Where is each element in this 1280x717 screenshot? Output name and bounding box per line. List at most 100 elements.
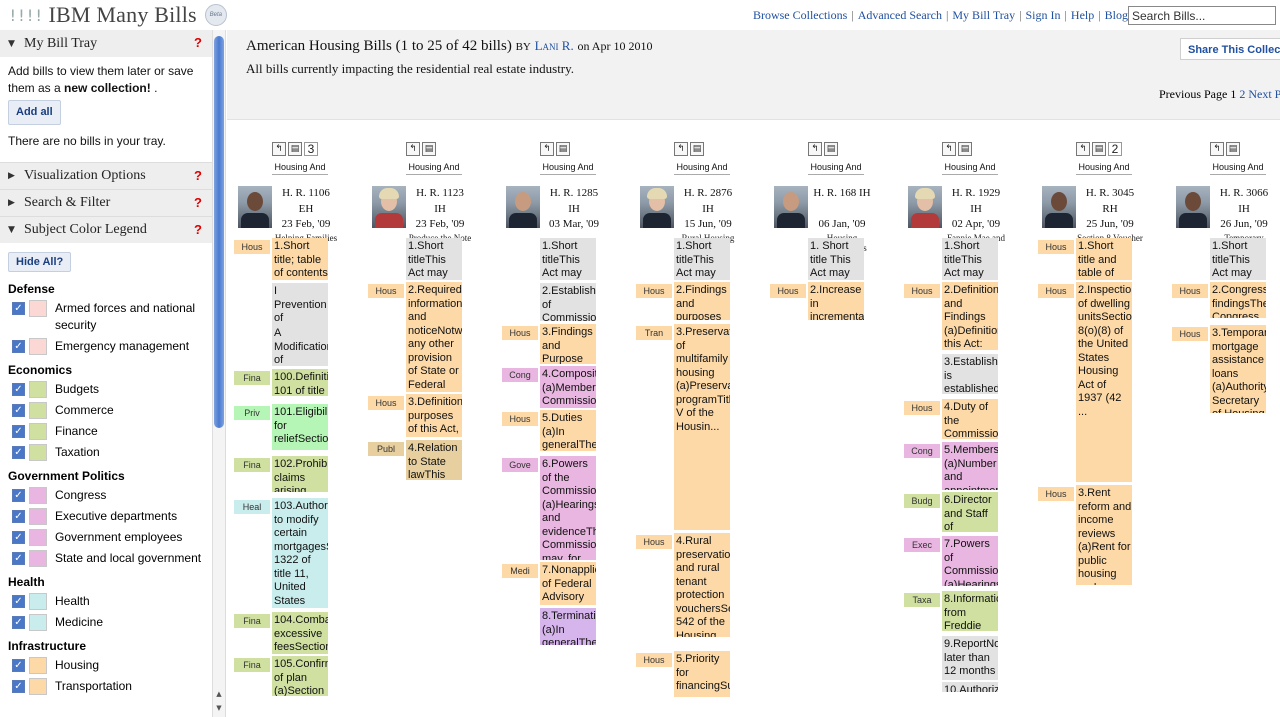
legend-checkbox[interactable]: ✓ — [12, 595, 25, 608]
nav-blog[interactable]: Blog — [1105, 8, 1128, 22]
bill-section[interactable]: 3.Preservati of multifamily housing (a)P… — [674, 324, 730, 530]
document-icon[interactable]: ▤ — [422, 142, 436, 156]
bill-section[interactable]: 104.Combat excessive feesSection — [272, 612, 328, 654]
legend-checkbox[interactable]: ✓ — [12, 383, 25, 396]
scroll-up-icon[interactable]: ▲ — [214, 690, 224, 702]
bill-section[interactable]: 7.Nonapplic of Federal Advisory — [540, 562, 596, 605]
bill-number[interactable]: H. R. 1106 — [272, 186, 340, 202]
bill-section[interactable]: 4.Duty of the Commission — [942, 399, 998, 439]
bill-section[interactable]: 2.Inspection of dwelling unitsSection 8(… — [1076, 282, 1132, 482]
bill-section[interactable]: 7.Powers of Commission (a)Hearings — [942, 536, 998, 586]
legend-checkbox[interactable]: ✓ — [12, 616, 25, 629]
bill-section[interactable]: 2.Congressi findingsThe Congress — [1210, 282, 1266, 318]
legend-item[interactable]: ✓ Executive departments — [8, 506, 204, 527]
document-icon[interactable]: ▤ — [1092, 142, 1106, 156]
add-to-tray-icon[interactable]: ↰ — [674, 142, 688, 156]
legend-checkbox[interactable]: ✓ — [12, 531, 25, 544]
sponsor-photo[interactable] — [238, 186, 272, 228]
sponsor-photo[interactable] — [372, 186, 406, 228]
bill-section[interactable]: 1.Short title; table of contents — [272, 238, 328, 280]
scrollbar-thumb[interactable] — [214, 36, 224, 428]
sponsor-photo[interactable] — [1176, 186, 1210, 228]
nav-sign-in[interactable]: Sign In — [1026, 8, 1061, 22]
search-filter-header[interactable]: ▶ Search & Filter ? — [0, 189, 212, 216]
bill-section[interactable]: 2.Increase in incremental — [808, 282, 864, 320]
document-icon[interactable]: ▤ — [288, 142, 302, 156]
document-icon[interactable]: ▤ — [556, 142, 570, 156]
page-2-link[interactable]: 2 — [1239, 87, 1245, 101]
legend-checkbox[interactable]: ✓ — [12, 659, 25, 672]
bill-section[interactable]: 3.Definitions purposes of this Act, — [406, 394, 462, 437]
bill-section[interactable]: 5.Priority for financingSu — [674, 651, 730, 697]
bill-number[interactable]: H. R. 168 IH — [808, 186, 876, 202]
bill-number[interactable]: H. R. 3066 — [1210, 186, 1278, 202]
document-icon[interactable]: ▤ — [690, 142, 704, 156]
bill-section[interactable]: 1.Short titleThis Act may — [942, 238, 998, 280]
legend-checkbox[interactable]: ✓ — [12, 340, 25, 353]
bill-section[interactable]: 1.Short titleThis Act may — [406, 238, 462, 280]
bill-section[interactable]: 3.Findings and Purpose — [540, 324, 596, 364]
related-count[interactable]: 2 — [1108, 142, 1122, 156]
hide-all-button[interactable]: Hide All? — [8, 252, 72, 272]
bill-section[interactable]: 1.Short titleThis Act may — [1210, 238, 1266, 280]
related-count[interactable]: 3 — [304, 142, 318, 156]
add-to-tray-icon[interactable]: ↰ — [540, 142, 554, 156]
add-to-tray-icon[interactable]: ↰ — [942, 142, 956, 156]
nav-browse-collections[interactable]: Browse Collections — [753, 8, 847, 22]
bill-section[interactable]: 3.Rent reform and income reviews (a)Rent… — [1076, 485, 1132, 585]
bill-section[interactable]: 4.Compositi (a)Members' Commission — [540, 366, 596, 408]
sponsor-photo[interactable] — [1042, 186, 1076, 228]
nav-help[interactable]: Help — [1071, 8, 1094, 22]
search-input[interactable] — [1128, 6, 1276, 25]
subject-color-legend-header[interactable]: ▼ Subject Color Legend ? — [0, 216, 212, 243]
legend-item[interactable]: ✓ Congress — [8, 485, 204, 506]
add-to-tray-icon[interactable]: ↰ — [1076, 142, 1090, 156]
share-collection-button[interactable]: Share This Collection — [1180, 38, 1280, 60]
bill-section[interactable]: 1.Short titleThis Act may — [540, 238, 596, 280]
bill-number[interactable]: H. R. 2876 — [674, 186, 742, 202]
bill-section[interactable]: 1.Short titleThis Act may — [674, 238, 730, 280]
legend-item[interactable]: ✓ Finance — [8, 421, 204, 442]
legend-item[interactable]: ✓ Government employees — [8, 527, 204, 548]
bill-section[interactable]: 4.Relation to State lawThis — [406, 440, 462, 480]
logo[interactable]: !!!! IBM Many Bills Beta — [8, 2, 227, 28]
bill-number[interactable]: H. R. 3045 — [1076, 186, 1144, 202]
bill-section[interactable]: 2.Findings and purposes — [674, 282, 730, 320]
sponsor-photo[interactable] — [908, 186, 942, 228]
legend-checkbox[interactable]: ✓ — [12, 404, 25, 417]
legend-item[interactable]: ✓ Emergency management — [8, 336, 204, 357]
bill-section[interactable]: 6.Powers of the Commission (a)Hearings a… — [540, 456, 596, 560]
bill-number[interactable]: H. R. 1929 — [942, 186, 1010, 202]
document-icon[interactable]: ▤ — [824, 142, 838, 156]
bill-number[interactable]: H. R. 1285 — [540, 186, 608, 202]
add-to-tray-icon[interactable]: ↰ — [808, 142, 822, 156]
legend-item[interactable]: ✓ Housing — [8, 655, 204, 676]
bill-section[interactable]: 8.Terminatio (a)In generalThe — [540, 608, 596, 645]
bill-section[interactable]: 3.Temporary mortgage assistance loans (a… — [1210, 325, 1266, 413]
sponsor-photo[interactable] — [640, 186, 674, 228]
legend-item[interactable]: ✓ Medicine — [8, 612, 204, 633]
sponsor-photo[interactable] — [506, 186, 540, 228]
legend-item[interactable]: ✓ State and local government — [8, 548, 204, 569]
bill-section[interactable]: 2.Definitions and Findings (a)Definition… — [942, 282, 998, 350]
add-to-tray-icon[interactable]: ↰ — [1210, 142, 1224, 156]
add-all-button[interactable]: Add all — [8, 100, 61, 125]
author-link[interactable]: Lani R. — [535, 38, 574, 53]
help-icon[interactable]: ? — [194, 168, 202, 183]
legend-checkbox[interactable]: ✓ — [12, 446, 25, 459]
bill-section[interactable]: 10.Authoriz — [942, 682, 998, 692]
legend-checkbox[interactable]: ✓ — [12, 425, 25, 438]
bill-section[interactable]: 2.Required information and noticeNotwi a… — [406, 282, 462, 392]
nav-advanced-search[interactable]: Advanced Search — [858, 8, 942, 22]
bill-tray-header[interactable]: ▼ My Bill Tray ? — [0, 30, 212, 57]
bill-section[interactable]: 103.Authorit to modify certain mortgages… — [272, 498, 328, 608]
bill-section[interactable]: 101.Eligibilit for reliefSection — [272, 404, 328, 450]
legend-checkbox[interactable]: ✓ — [12, 302, 25, 315]
legend-checkbox[interactable]: ✓ — [12, 510, 25, 523]
bill-section[interactable]: 1. Short title This Act may — [808, 238, 864, 280]
document-icon[interactable]: ▤ — [958, 142, 972, 156]
legend-item[interactable]: ✓ Taxation — [8, 442, 204, 463]
bill-section[interactable]: 3.Establishn is established — [942, 354, 998, 394]
legend-item[interactable]: ✓ Health — [8, 591, 204, 612]
next-page-link[interactable]: Next Page — [1248, 87, 1280, 101]
